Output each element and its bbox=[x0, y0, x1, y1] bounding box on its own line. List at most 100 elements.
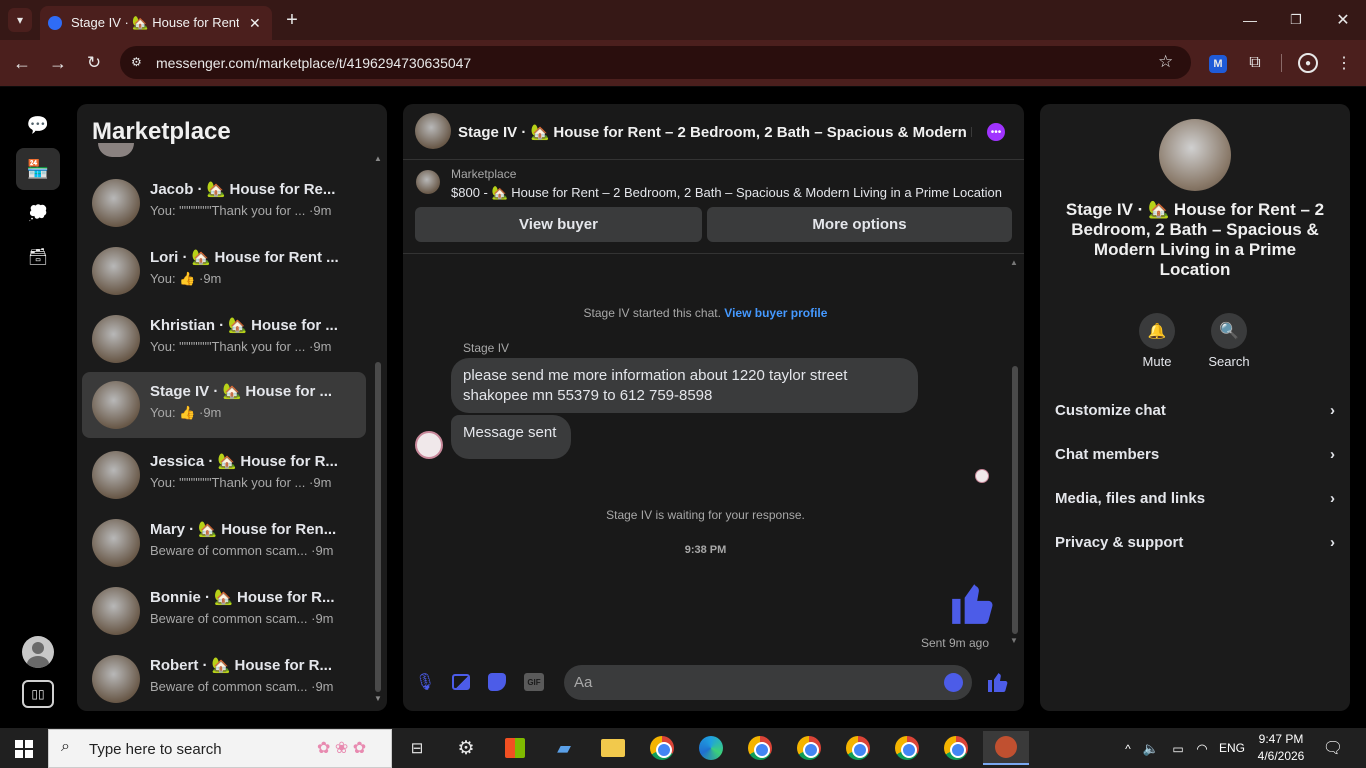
gif-icon[interactable]: GIF bbox=[524, 673, 544, 691]
active-app-icon[interactable] bbox=[983, 731, 1029, 765]
app-icon[interactable]: ▰ bbox=[544, 731, 584, 765]
message-input[interactable]: Aa bbox=[564, 665, 972, 700]
file-explorer-icon[interactable] bbox=[593, 731, 633, 765]
site-info-icon[interactable]: ⚙ bbox=[131, 55, 142, 69]
marketplace-icon[interactable]: 🏪 bbox=[16, 148, 60, 190]
extensions-puzzle-icon[interactable]: ⧉ bbox=[1245, 53, 1265, 73]
customize-chat-label: Customize chat bbox=[1055, 401, 1166, 419]
conversation-time: ·9m bbox=[311, 611, 334, 626]
conversation-preview: You: """""""Thank you for ... bbox=[150, 203, 306, 218]
conversation-preview-row: You: """""""Thank you for ... ·9m bbox=[150, 203, 331, 218]
conversation-preview: Beware of common scam... bbox=[150, 679, 308, 694]
conversation-item[interactable]: Mary · 🏡 House for Ren... Beware of comm… bbox=[82, 510, 366, 576]
chat-header-avatar[interactable] bbox=[415, 113, 451, 149]
user-avatar[interactable] bbox=[22, 636, 54, 668]
view-buyer-button[interactable]: View buyer bbox=[415, 207, 702, 242]
notifications-icon[interactable]: 🗨 bbox=[1323, 738, 1343, 758]
image-icon[interactable] bbox=[452, 674, 470, 690]
taskbar-search-box[interactable]: ⌕ Type here to search ✿ ❀ ✿ bbox=[48, 729, 392, 768]
chats-icon[interactable]: 💬 bbox=[24, 112, 52, 138]
conversation-preview-row: You: 👍 ·9m bbox=[150, 271, 221, 287]
archive-icon[interactable]: 🗃 bbox=[24, 244, 52, 270]
chat-started-text: Stage IV started this chat. bbox=[583, 306, 721, 320]
restore-icon[interactable]: ❐ bbox=[1286, 8, 1306, 32]
chat-members-item[interactable]: Chat members › bbox=[1055, 442, 1335, 466]
back-icon[interactable]: ← bbox=[12, 52, 32, 74]
details-avatar[interactable] bbox=[1159, 119, 1231, 191]
tab-close-icon[interactable]: ✕ bbox=[249, 15, 261, 32]
conversation-item-active[interactable]: Stage IV · 🏡 House for ... You: 👍 ·9m bbox=[82, 372, 366, 438]
chat-scroll-down-icon[interactable]: ▼ bbox=[1010, 636, 1018, 645]
conversation-item[interactable]: Bonnie · 🏡 House for R... Beware of comm… bbox=[82, 578, 366, 644]
microsoft-store-icon[interactable] bbox=[495, 731, 535, 765]
list-scrollbar-track[interactable]: ▲ ▼ bbox=[374, 154, 382, 703]
chrome-profile-icon[interactable] bbox=[887, 731, 927, 765]
mute-bell-icon[interactable]: 🔔 bbox=[1139, 313, 1175, 349]
chat-scroll-up-icon[interactable]: ▲ bbox=[1010, 258, 1018, 267]
media-files-links-item[interactable]: Media, files and links › bbox=[1055, 486, 1335, 510]
chrome-profile-icon[interactable] bbox=[740, 731, 780, 765]
chrome-profile-icon[interactable] bbox=[789, 731, 829, 765]
chrome-icon[interactable] bbox=[642, 731, 682, 765]
address-bar[interactable]: ⚙ messenger.com/marketplace/t/4196294730… bbox=[120, 46, 1191, 79]
wifi-icon[interactable]: ◠ bbox=[1194, 740, 1210, 758]
send-like-icon[interactable] bbox=[986, 670, 1010, 694]
listing-text[interactable]: $800 - 🏡 House for Rent – 2 Bedroom, 2 B… bbox=[451, 185, 1002, 201]
message-input-placeholder: Aa bbox=[574, 674, 593, 691]
conversation-item[interactable]: Jessica · 🏡 House for R... You: """""""T… bbox=[82, 442, 366, 508]
conversation-item[interactable]: Khristian · 🏡 House for ... You: """""""… bbox=[82, 306, 366, 372]
minimize-icon[interactable]: — bbox=[1240, 8, 1260, 32]
profile-icon[interactable]: ● bbox=[1298, 53, 1318, 73]
chat-scrollbar-thumb[interactable] bbox=[1012, 366, 1018, 634]
seen-avatar bbox=[975, 469, 989, 483]
chat-header-title[interactable]: Stage IV · 🏡 House for Rent – 2 Bedroom,… bbox=[458, 123, 972, 141]
task-view-icon[interactable]: ⊟ bbox=[397, 731, 437, 765]
more-options-button[interactable]: More options bbox=[707, 207, 1012, 242]
message-sent-bubble[interactable]: Message sent bbox=[451, 415, 571, 459]
conversation-item[interactable]: Robert · 🏡 House for R... Beware of comm… bbox=[82, 646, 366, 712]
list-scrollbar-thumb[interactable] bbox=[375, 362, 381, 692]
listing-thumbnail[interactable] bbox=[416, 170, 440, 194]
new-tab-button[interactable]: + bbox=[282, 8, 302, 32]
chrome-icon[interactable] bbox=[936, 731, 976, 765]
taskbar-search-icon: ⌕ bbox=[61, 738, 70, 755]
conversation-avatar bbox=[92, 655, 140, 703]
language-indicator[interactable]: ENG bbox=[1219, 741, 1245, 755]
microphone-icon[interactable]: 🎙 bbox=[415, 672, 435, 692]
tray-chevron-icon[interactable]: ^ bbox=[1121, 740, 1135, 758]
tab-search-button[interactable]: ▾ bbox=[8, 8, 32, 32]
chat-scrollbar[interactable]: ▲ ▼ bbox=[1010, 258, 1020, 648]
toggle-sidebar-icon[interactable]: ▯▯ bbox=[22, 680, 54, 708]
conversation-avatar bbox=[92, 179, 140, 227]
conversation-item[interactable]: Jacob · 🏡 House for Re... You: """""""Th… bbox=[82, 170, 366, 236]
conversation-avatar bbox=[92, 381, 140, 429]
reload-icon[interactable]: ↻ bbox=[84, 52, 104, 74]
emoji-icon[interactable] bbox=[944, 673, 963, 692]
windows-start-icon[interactable] bbox=[15, 740, 33, 758]
chat-info-icon[interactable]: ••• bbox=[987, 123, 1005, 141]
extension-m-icon[interactable]: M bbox=[1209, 55, 1227, 73]
message-requests-icon[interactable]: 💭 bbox=[24, 200, 52, 226]
menu-kebab-icon[interactable]: ⋮ bbox=[1334, 53, 1354, 73]
bookmark-star-icon[interactable]: ☆ bbox=[1158, 52, 1173, 72]
chat-started-notice: Stage IV started this chat. View buyer p… bbox=[403, 306, 1008, 320]
toolbar-divider bbox=[1281, 54, 1282, 72]
incoming-message-bubble[interactable]: please send me more information about 12… bbox=[451, 358, 918, 413]
battery-icon[interactable]: ▭ bbox=[1169, 740, 1187, 758]
message-line: please send me more information about 12… bbox=[463, 367, 848, 384]
forward-icon[interactable]: → bbox=[48, 52, 68, 74]
browser-tab[interactable]: Stage IV · 🏡 House for Rent – 2 ✕ bbox=[40, 6, 272, 40]
privacy-support-item[interactable]: Privacy & support › bbox=[1055, 530, 1335, 554]
clock[interactable]: 9:47 PM 4/6/2026 bbox=[1256, 731, 1306, 765]
scroll-up-arrow-icon[interactable]: ▲ bbox=[374, 154, 382, 163]
view-buyer-profile-link[interactable]: View buyer profile bbox=[724, 306, 827, 320]
search-icon[interactable]: 🔍 bbox=[1211, 313, 1247, 349]
volume-icon[interactable]: 🔈 bbox=[1143, 740, 1159, 758]
scroll-down-arrow-icon[interactable]: ▼ bbox=[374, 694, 382, 703]
chrome-profile-icon[interactable] bbox=[838, 731, 878, 765]
settings-gear-icon[interactable]: ⚙ bbox=[446, 731, 486, 765]
edge-icon[interactable] bbox=[691, 731, 731, 765]
customize-chat-item[interactable]: Customize chat › bbox=[1055, 398, 1335, 422]
conversation-item[interactable]: Lori · 🏡 House for Rent ... You: 👍 ·9m bbox=[82, 238, 366, 304]
window-close-icon[interactable]: ✕ bbox=[1333, 8, 1353, 32]
